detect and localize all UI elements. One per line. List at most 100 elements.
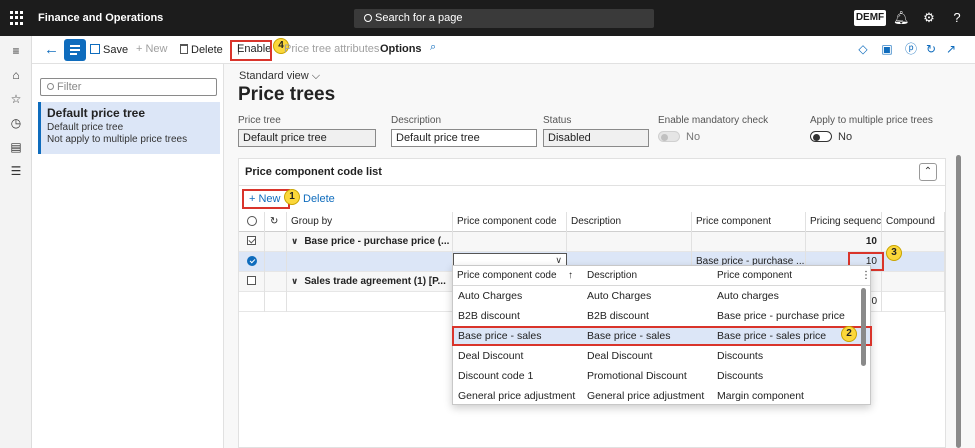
action-pane: ← Save + New Delete | Enable 4 Price tre… <box>32 36 975 64</box>
search-box[interactable]: Search for a page <box>354 9 654 28</box>
sort-up-icon[interactable]: ↑ <box>568 270 573 281</box>
mandatory-toggle[interactable] <box>658 131 680 142</box>
app-launcher-icon[interactable] <box>10 11 24 25</box>
new-button[interactable]: + New <box>136 43 168 55</box>
cell-empty <box>239 292 265 312</box>
bell-icon[interactable]: 🔔︎ <box>893 10 910 26</box>
company-picker[interactable]: DEMF <box>854 10 886 26</box>
lookup-row[interactable]: Discount code 1 Promotional Discount Dis… <box>453 366 858 386</box>
refresh-grid-icon[interactable]: ↻ <box>265 212 287 232</box>
multiple-field: Apply to multiple price trees No <box>810 115 933 143</box>
cell-empty <box>287 252 453 272</box>
new-label: New <box>145 43 168 55</box>
lookup-code: Deal Discount <box>458 350 524 362</box>
lookup-col-code[interactable]: Price component code <box>457 270 557 281</box>
enable-highlight <box>230 40 272 61</box>
price-tree-attributes-button[interactable]: Price tree attributes <box>284 43 379 55</box>
open-new-icon[interactable]: ↗ <box>944 42 958 56</box>
status-label: Status <box>543 115 572 126</box>
multiple-toggle[interactable] <box>810 131 832 142</box>
clock-icon[interactable]: ◷ <box>9 116 23 130</box>
page-title: Price trees <box>238 84 336 105</box>
lookup-component: Base price - sales price <box>717 330 827 342</box>
cell-empty <box>567 232 692 252</box>
status-field: Status Disabled <box>543 115 649 147</box>
lookup-component: Discounts <box>717 350 764 362</box>
search-placeholder: Search for a page <box>375 12 463 24</box>
callout-1: 1 <box>284 189 300 205</box>
main-scrollbar[interactable] <box>956 155 961 448</box>
col-price-component-code[interactable]: Price component code <box>453 212 567 232</box>
lookup-description: Deal Discount <box>587 350 653 362</box>
view-selector[interactable]: Standard view ⌵ <box>239 70 320 83</box>
cell-empty <box>692 232 806 252</box>
cell-empty <box>287 292 453 312</box>
app-title: Finance and Operations <box>38 12 164 24</box>
help-icon[interactable]: ? <box>949 10 965 26</box>
chevron-down-icon[interactable]: ∨ <box>291 236 298 247</box>
grid-delete-button[interactable]: Delete <box>303 193 335 205</box>
left-nav: ≡ ⌂ ☆ ◷ ▤ ☰ <box>0 36 32 448</box>
lookup-header: Price component code ↑ Description Price… <box>453 266 871 286</box>
list-item-line1: Default price tree <box>47 122 124 133</box>
modules-icon[interactable]: ☰ <box>9 164 23 178</box>
top-bar: Finance and Operations Search for a page… <box>0 0 975 36</box>
col-group-by[interactable]: Group by <box>287 212 453 232</box>
col-price-component[interactable]: Price component <box>692 212 806 232</box>
options-button[interactable]: Options <box>380 43 422 55</box>
col-description[interactable]: Description <box>567 212 692 232</box>
list-toggle-button[interactable] <box>64 39 86 61</box>
multiple-value: No <box>838 131 853 143</box>
trash-icon <box>180 44 188 54</box>
row-checkbox[interactable] <box>239 232 265 252</box>
delete-label: Delete <box>191 44 223 56</box>
lookup-row[interactable]: Auto Charges Auto Charges Auto charges <box>453 286 858 306</box>
star-icon[interactable]: ☆ <box>9 92 23 106</box>
lookup-description: B2B discount <box>587 310 649 322</box>
lookup-col-component[interactable]: Price component <box>717 270 792 281</box>
save-button[interactable]: Save <box>90 43 128 56</box>
chevron-down-icon[interactable]: ∨ <box>291 276 298 287</box>
group-row-1[interactable]: ∨ Base price - purchase price (... 10 <box>239 232 945 252</box>
hamburger-icon[interactable]: ≡ <box>9 44 23 58</box>
office-icon[interactable]: ▣ <box>880 42 894 56</box>
row-radio[interactable] <box>239 252 265 272</box>
delete-button[interactable]: Delete <box>180 43 223 56</box>
more-icon[interactable]: ⋮ <box>861 270 871 281</box>
row-spacer <box>265 252 287 272</box>
list-item-selected[interactable]: Default price tree Default price tree No… <box>38 102 220 154</box>
row-checkbox[interactable] <box>239 272 265 292</box>
diamond-icon[interactable]: ◇ <box>856 42 870 56</box>
price-tree-input[interactable]: Default price tree <box>238 129 376 147</box>
back-arrow-icon[interactable]: ← <box>44 41 59 58</box>
cell-empty <box>453 232 567 252</box>
col-compound[interactable]: Compound <box>882 212 945 232</box>
row-spacer <box>265 272 287 292</box>
workspace-icon[interactable]: ▤ <box>9 140 23 154</box>
price-component-lookup: Price component code ↑ Description Price… <box>452 265 872 406</box>
lookup-code: Discount code 1 <box>458 370 534 382</box>
action-search-icon[interactable]: ⌕ <box>430 41 436 54</box>
list-pane: Filter Default price tree Default price … <box>32 64 224 448</box>
refresh-icon[interactable]: ↻ <box>924 42 938 56</box>
lookup-code: B2B discount <box>458 310 520 322</box>
lookup-row-highlighted[interactable]: Base price - sales Base price - sales Ba… <box>452 326 872 346</box>
select-all-radio[interactable] <box>239 212 265 232</box>
lookup-component: Margin component <box>717 390 804 402</box>
description-input[interactable]: Default price tree <box>391 129 537 147</box>
collapse-icon[interactable]: ⌃ <box>919 163 937 181</box>
lookup-row[interactable]: General price adjustment General price a… <box>453 386 858 406</box>
attachments-icon[interactable]: ⓟ <box>904 42 918 56</box>
cell-empty <box>265 292 287 312</box>
col-pricing-sequence[interactable]: Pricing sequence <box>806 212 882 232</box>
lookup-col-description[interactable]: Description <box>587 270 637 281</box>
price-tree-label: Price tree <box>238 115 281 126</box>
lookup-row[interactable]: Deal Discount Deal Discount Discounts <box>453 346 858 366</box>
lookup-scrollbar[interactable] <box>861 288 866 403</box>
lookup-description: General price adjustment <box>587 390 705 402</box>
lookup-row[interactable]: B2B discount B2B discount Base price - p… <box>453 306 858 326</box>
gear-icon[interactable]: ⚙ <box>921 10 937 26</box>
group-label: ∨ Sales trade agreement (1) [P... <box>287 272 453 292</box>
filter-input[interactable]: Filter <box>40 78 217 96</box>
home-icon[interactable]: ⌂ <box>9 68 23 82</box>
